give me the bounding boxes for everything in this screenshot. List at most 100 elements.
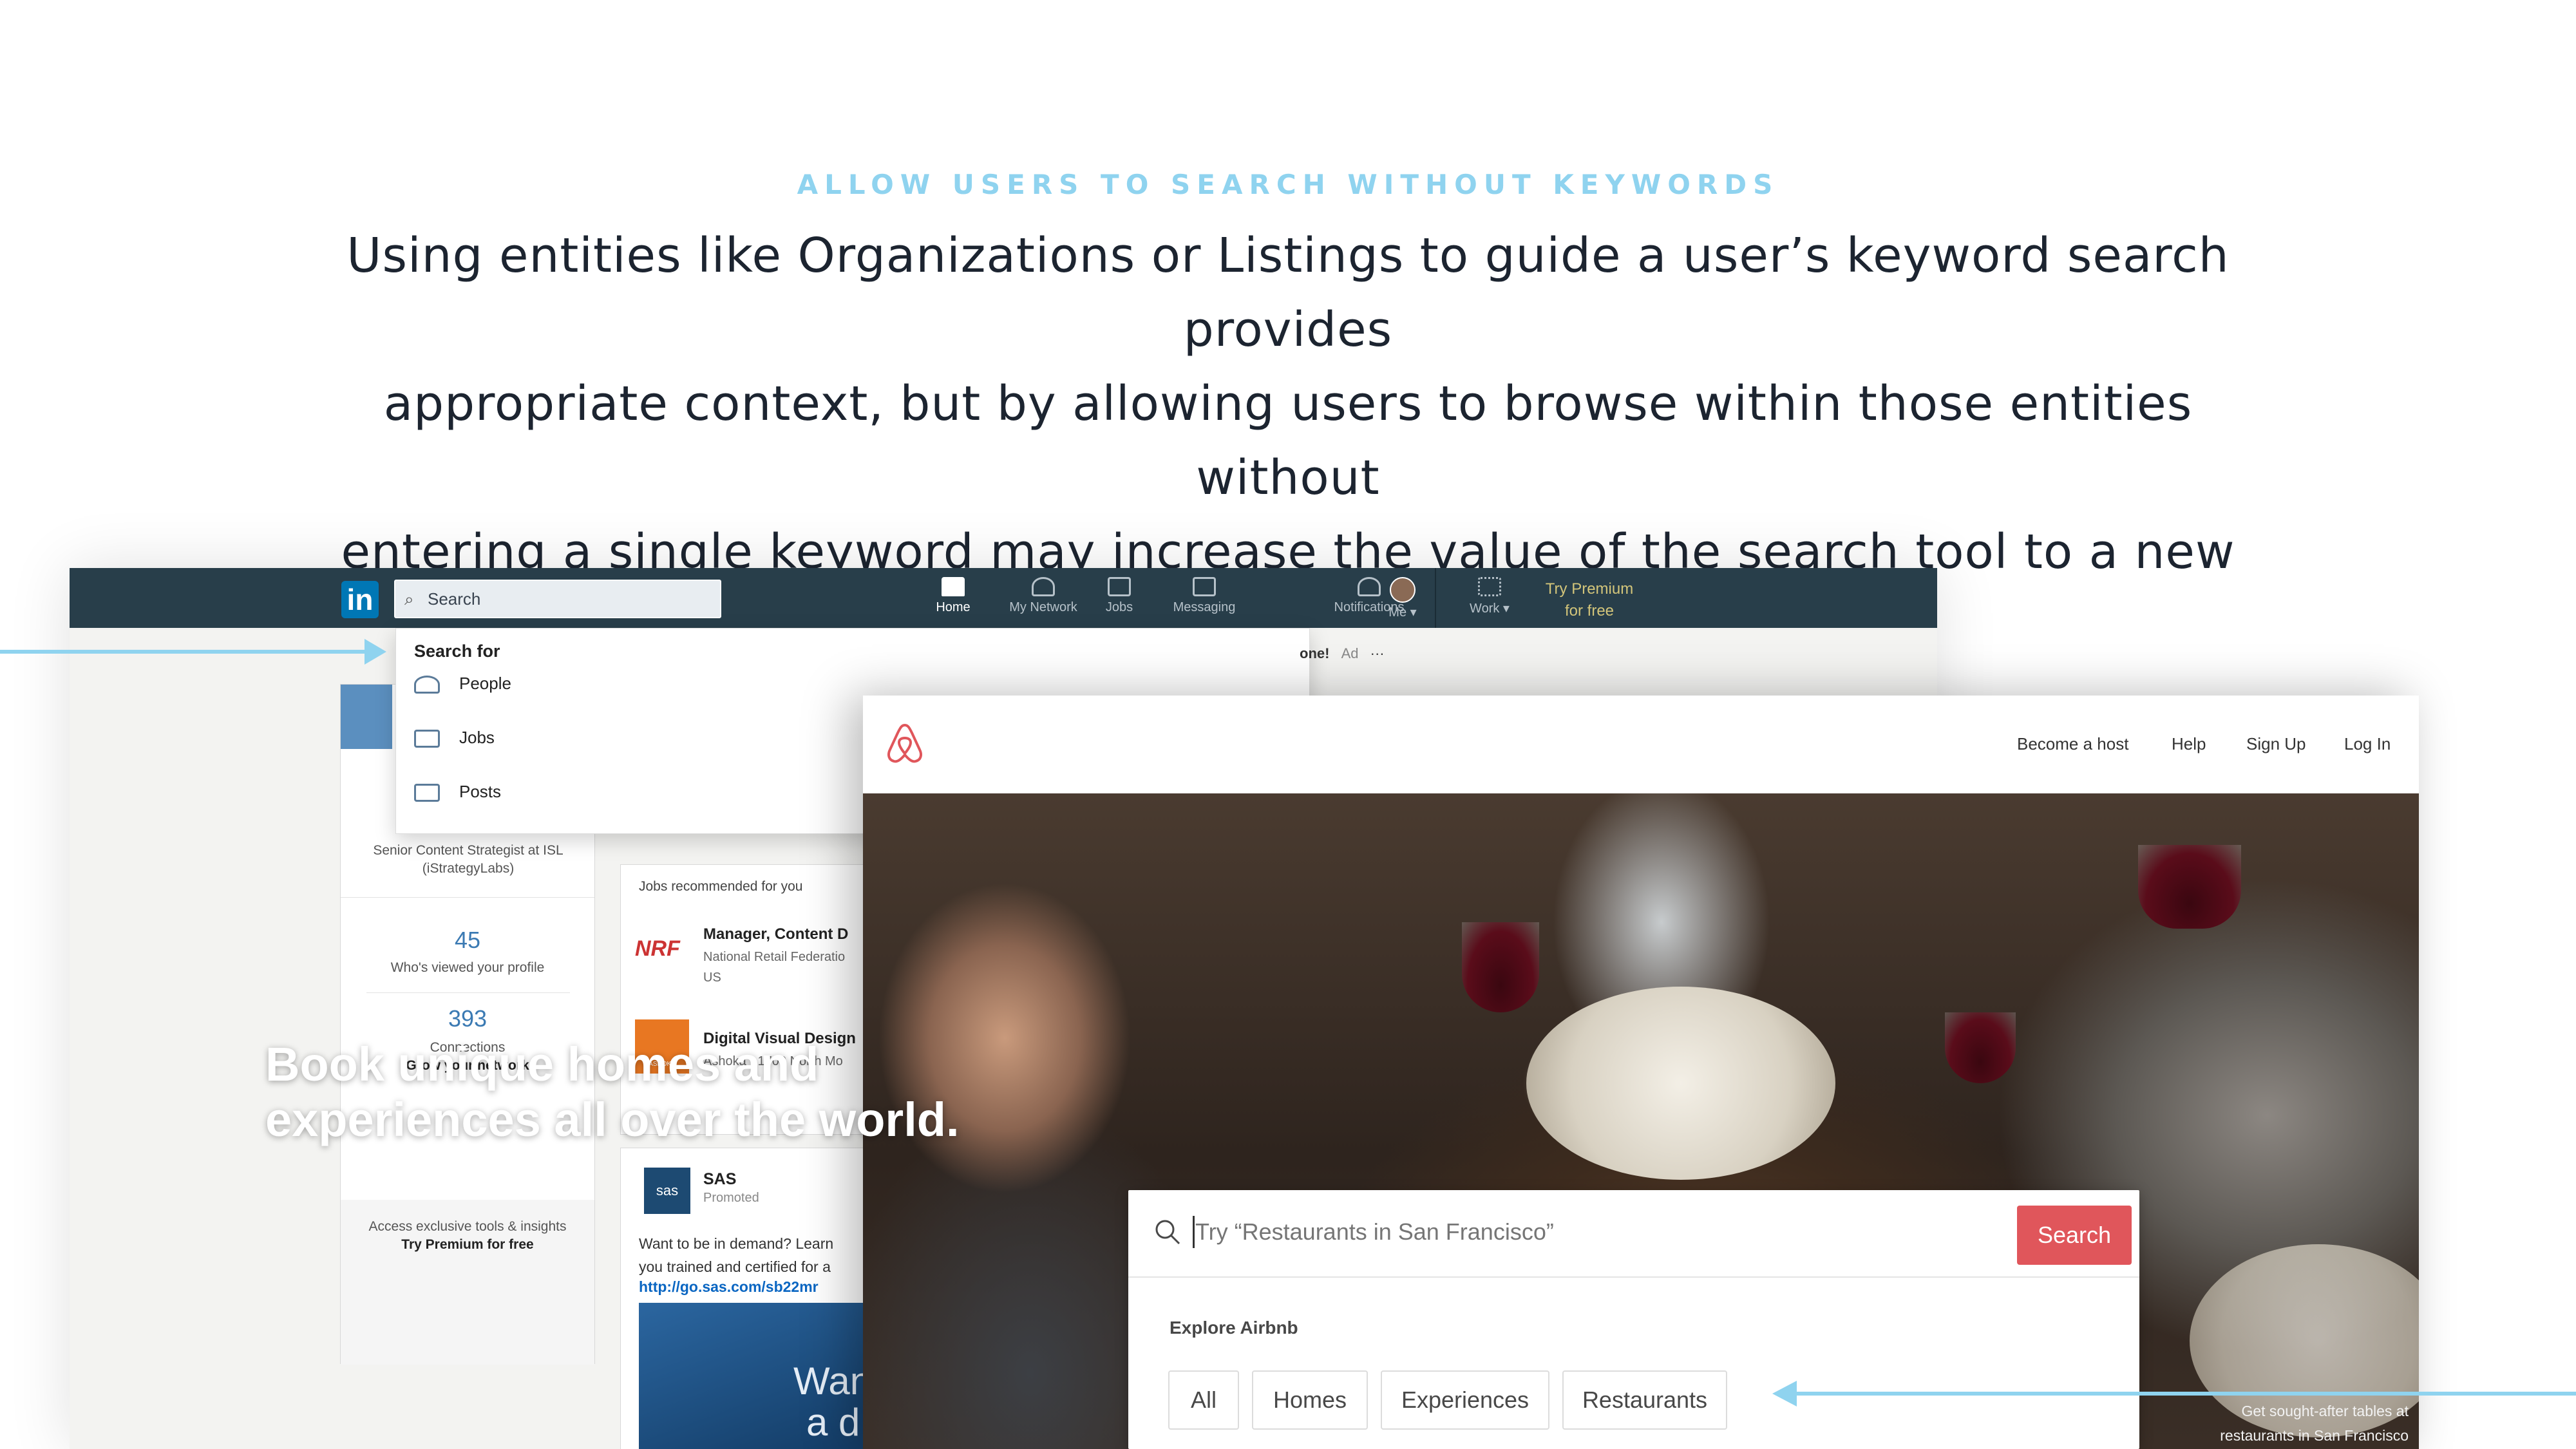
job-title[interactable]: Manager, Content D bbox=[703, 925, 848, 943]
premium-cta-text: Try Premium for free bbox=[401, 1237, 534, 1252]
nav-label: My Network bbox=[1009, 600, 1077, 614]
ad-link[interactable]: http://go.sas.com/sb22mr bbox=[639, 1278, 819, 1296]
caption-line: restaurants in San Francisco bbox=[2220, 1427, 2409, 1444]
search-icon bbox=[1155, 1220, 1180, 1245]
promoted-label: Promoted bbox=[703, 1191, 759, 1205]
airbnb-search-field[interactable]: Try “Restaurants in San Francisco” Searc… bbox=[1128, 1190, 2139, 1278]
profile-views-label[interactable]: Who's viewed your profile bbox=[341, 960, 594, 976]
dropdown-title: Search for bbox=[414, 641, 500, 661]
ad-text-line: you trained and certified for a bbox=[639, 1258, 831, 1275]
chip-homes[interactable]: Homes bbox=[1252, 1370, 1368, 1430]
nav-home[interactable]: Home bbox=[914, 577, 992, 622]
option-label: Jobs bbox=[459, 728, 495, 747]
text-cursor bbox=[1193, 1216, 1195, 1248]
premium-line: for free bbox=[1564, 602, 1615, 620]
nav-label: Work ▾ bbox=[1470, 601, 1510, 616]
nav-label: Messaging bbox=[1173, 600, 1236, 614]
search-button[interactable]: Search bbox=[2017, 1206, 2132, 1265]
ad-image-text: Wan a d bbox=[793, 1361, 871, 1443]
option-label: Posts bbox=[459, 782, 502, 801]
profile-banner bbox=[341, 685, 392, 749]
nav-my-network[interactable]: My Network bbox=[1005, 577, 1082, 622]
airbnb-nav: Become a host Help Sign Up Log In bbox=[863, 696, 2419, 793]
connections-count[interactable]: 393 bbox=[341, 1005, 594, 1032]
ad-label: Ad bbox=[1341, 645, 1359, 661]
option-label: People bbox=[459, 674, 511, 693]
divider bbox=[366, 992, 570, 993]
wine-glass-shape bbox=[1945, 1012, 2016, 1083]
nav-label: Home bbox=[936, 600, 971, 614]
nav-label: Jobs bbox=[1105, 600, 1133, 614]
search-option-people[interactable]: People bbox=[414, 667, 511, 699]
premium-line: Try Premium bbox=[1545, 580, 1634, 598]
nav-messaging[interactable]: Messaging bbox=[1166, 577, 1243, 622]
feed-ad-peek: one! Ad ··· bbox=[1300, 645, 1385, 662]
profile-role: Senior Content Strategist at ISL (iStrat… bbox=[373, 843, 564, 876]
caption-line: Get sought-after tables at bbox=[2241, 1403, 2409, 1419]
job-location: US bbox=[703, 971, 721, 985]
ad-headline-fragment: one! bbox=[1300, 645, 1330, 661]
messaging-icon bbox=[1193, 577, 1216, 596]
search-placeholder: Try “Restaurants in San Francisco” bbox=[1195, 1218, 1554, 1245]
chip-all[interactable]: All bbox=[1168, 1370, 1239, 1430]
plate-shape bbox=[1526, 987, 1835, 1180]
job-org: National Retail Federatio bbox=[703, 950, 846, 964]
avatar bbox=[1390, 577, 1416, 603]
nav-work[interactable]: Work ▾ bbox=[1454, 577, 1525, 622]
nav-label: Me ▾ bbox=[1388, 605, 1417, 620]
description-line: Using entities like Organizations or Lis… bbox=[346, 228, 2230, 357]
hero-caption: Get sought-after tables at restaurants i… bbox=[2138, 1399, 2409, 1448]
ad-image[interactable]: Wan a d bbox=[639, 1303, 878, 1449]
arrow-line bbox=[0, 650, 367, 654]
chip-restaurants[interactable]: Restaurants bbox=[1562, 1370, 1727, 1430]
become-a-host-link[interactable]: Become a host bbox=[2017, 734, 2128, 754]
briefcase-icon bbox=[1108, 577, 1131, 596]
sas-name[interactable]: SAS bbox=[703, 1170, 736, 1189]
ad-image-line: Wan bbox=[793, 1359, 872, 1403]
home-icon bbox=[942, 577, 965, 596]
ad-text: Want to be in demand? Learn you trained … bbox=[639, 1232, 877, 1278]
linkedin-logo[interactable]: in bbox=[341, 581, 379, 618]
eyebrow-heading: ALLOW USERS TO SEARCH WITHOUT KEYWORDS bbox=[797, 169, 1779, 200]
access-text: Access exclusive tools & insights bbox=[368, 1219, 567, 1234]
posts-icon bbox=[414, 784, 440, 802]
description-line: appropriate context, but by allowing use… bbox=[383, 376, 2193, 506]
ad-text-line: Want to be in demand? Learn bbox=[639, 1235, 834, 1252]
jobs-header: Jobs recommended for you bbox=[639, 879, 803, 894]
nrf-logo: NRF bbox=[635, 936, 680, 961]
briefcase-icon bbox=[414, 730, 440, 748]
chip-experiences[interactable]: Experiences bbox=[1381, 1370, 1549, 1430]
linkedin-search-value: Search bbox=[428, 589, 481, 609]
arrow-head bbox=[365, 639, 386, 665]
people-icon bbox=[414, 676, 440, 694]
divider bbox=[341, 897, 594, 898]
hero-headline: Book unique homes and experiences all ov… bbox=[265, 1037, 1038, 1148]
linkedin-search-input[interactable]: ⌕ Search bbox=[394, 580, 721, 618]
sas-logo: sas bbox=[644, 1168, 690, 1214]
slide: ALLOW USERS TO SEARCH WITHOUT KEYWORDS U… bbox=[0, 0, 2576, 1449]
try-premium-link[interactable]: Try Premium for free bbox=[1525, 578, 1654, 622]
log-in-link[interactable]: Log In bbox=[2344, 734, 2391, 754]
linkedin-top-bar: in ⌕ Search Home My Network Jobs Messagi… bbox=[70, 568, 1937, 628]
nav-jobs[interactable]: Jobs bbox=[1081, 577, 1158, 622]
airbnb-search-panel: Try “Restaurants in San Francisco” Searc… bbox=[1128, 1190, 2139, 1449]
ad-image-line: a d bbox=[806, 1401, 860, 1444]
search-option-jobs[interactable]: Jobs bbox=[414, 721, 495, 753]
premium-upsell: Access exclusive tools & insights Try Pr… bbox=[341, 1200, 594, 1365]
nav-me[interactable]: Me ▾ bbox=[1377, 577, 1428, 622]
hero-headline-line: Book unique homes and bbox=[265, 1037, 819, 1091]
airbnb-logo-icon[interactable] bbox=[885, 721, 925, 766]
profile-views-count[interactable]: 45 bbox=[341, 927, 594, 954]
more-icon[interactable]: ··· bbox=[1370, 645, 1385, 661]
sign-up-link[interactable]: Sign Up bbox=[2246, 734, 2306, 754]
wine-glass-shape bbox=[1462, 922, 1539, 1012]
arrow-head bbox=[1772, 1381, 1797, 1406]
search-icon: ⌕ bbox=[404, 589, 414, 609]
search-option-posts[interactable]: Posts bbox=[414, 775, 501, 808]
help-link[interactable]: Help bbox=[2172, 734, 2206, 754]
wine-glass-shape bbox=[2138, 845, 2241, 929]
people-icon bbox=[1032, 577, 1055, 596]
nav-divider bbox=[1435, 568, 1436, 628]
premium-cta[interactable]: Try Premium for free bbox=[341, 1237, 594, 1253]
grid-icon bbox=[1478, 577, 1501, 596]
